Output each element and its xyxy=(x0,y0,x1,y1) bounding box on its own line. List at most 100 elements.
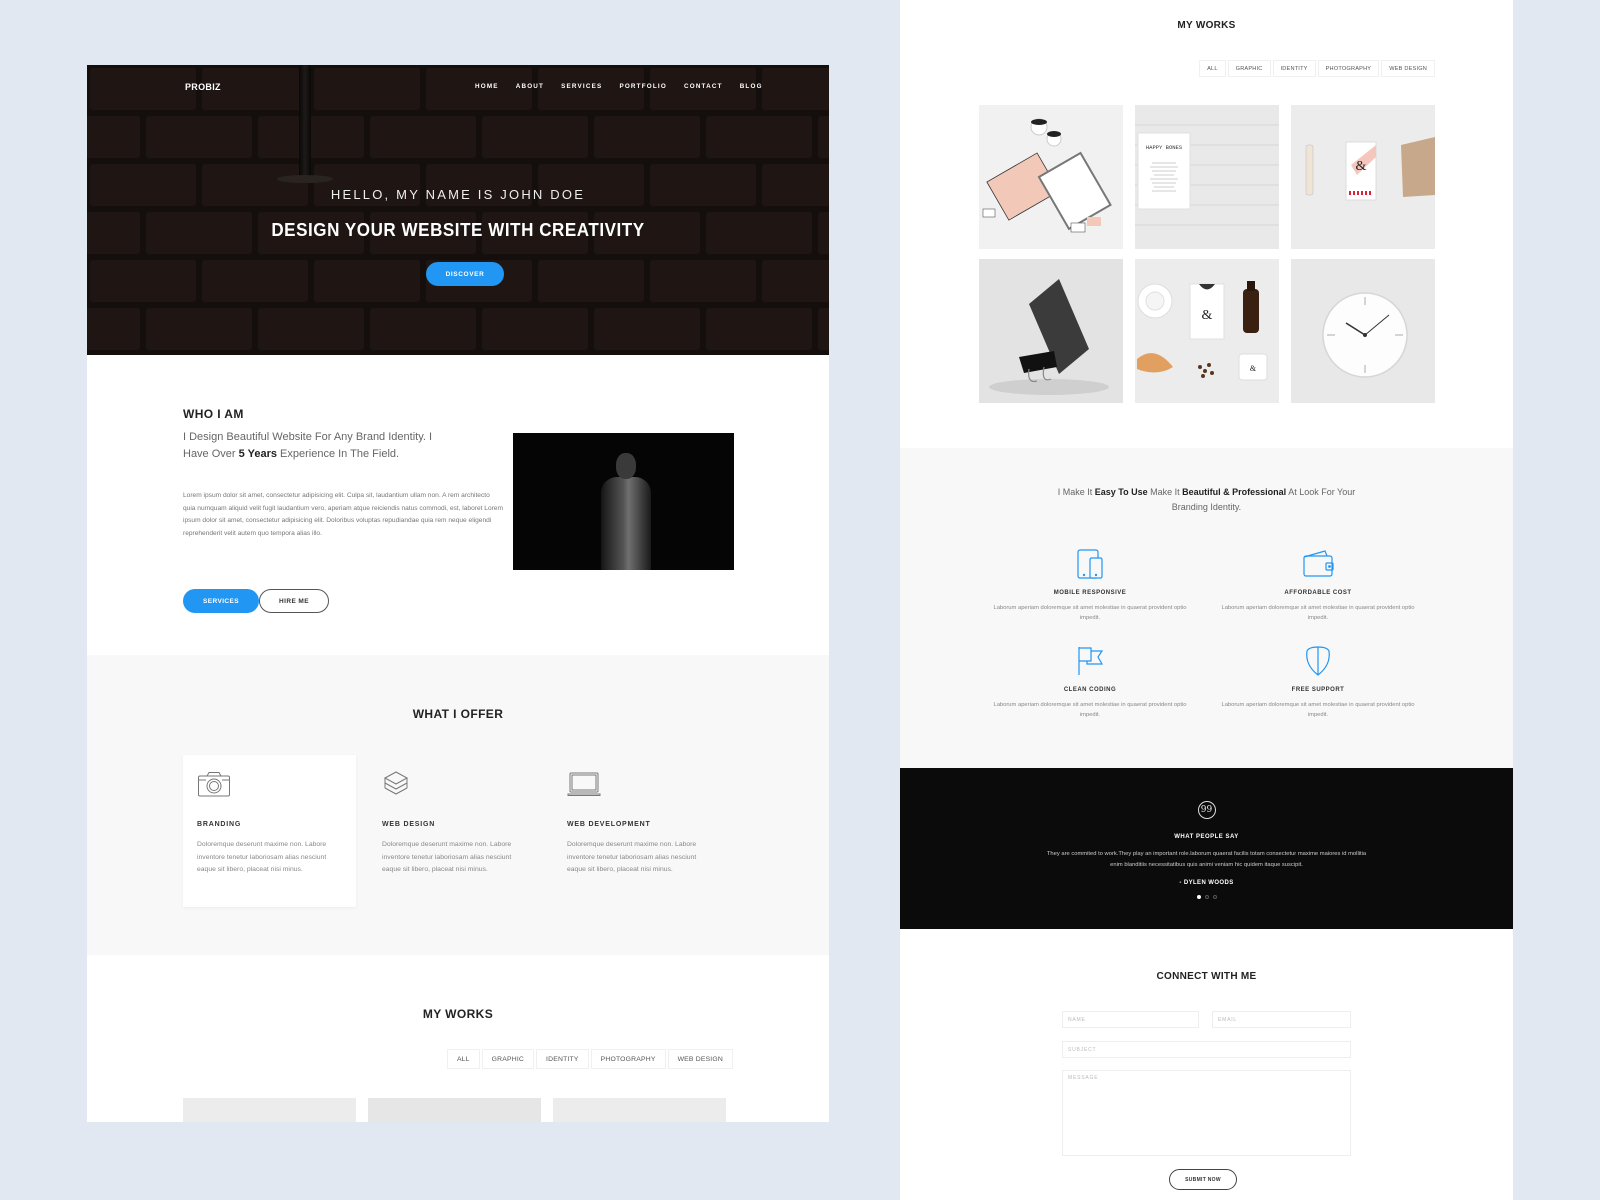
slider-dot-1[interactable] xyxy=(1196,895,1201,899)
portfolio-item-wall-clock[interactable] xyxy=(1291,259,1435,403)
brick xyxy=(87,116,140,158)
filter-all[interactable]: ALL xyxy=(446,1049,480,1069)
email-input[interactable] xyxy=(1212,1011,1351,1028)
lead-text-part: Experience In The Field. xyxy=(276,447,400,460)
brick xyxy=(762,260,829,302)
flag-icon xyxy=(1078,647,1104,675)
portfolio-item-matchbox-branding[interactable]: & xyxy=(1291,105,1435,249)
brick xyxy=(146,308,252,350)
section-heading: WHO I AM xyxy=(183,407,244,421)
svg-text:&: & xyxy=(1250,364,1257,373)
svg-text:&: & xyxy=(1356,159,1367,174)
lead-text-part: Make It xyxy=(1147,487,1183,497)
message-textarea[interactable] xyxy=(1062,1070,1351,1156)
brick xyxy=(818,212,829,254)
feature-title: CLEAN CODING xyxy=(1063,687,1117,693)
portfolio-item-happy-bones-menu[interactable]: HAPPY BONES xyxy=(1135,105,1279,249)
hire-me-button[interactable]: HIRE ME xyxy=(259,589,329,613)
portfolio-item-stationery-mockup[interactable] xyxy=(979,105,1123,249)
testimonial-text: They are commited to work.They play an i… xyxy=(1046,851,1367,868)
person-head xyxy=(616,453,636,479)
offer-card-branding[interactable]: BRANDING Doloremque deserunt maxime non.… xyxy=(183,755,356,907)
svg-text:&: & xyxy=(1202,308,1213,323)
nav-link-contact[interactable]: CONTACT xyxy=(684,83,723,90)
feature-title: AFFORDABLE COST xyxy=(1284,590,1352,596)
homepage-preview-left: PROBIZ HOME ABOUT SERVICES PORTFOLIO CON… xyxy=(87,65,829,1122)
who-body-text: Lorem ipsum dolor sit amet, consectetur … xyxy=(183,492,503,537)
nav-link-services[interactable]: SERVICES xyxy=(561,83,602,90)
filter-identity[interactable]: IDENTITY xyxy=(1272,60,1316,77)
brick xyxy=(482,116,588,158)
features-lead-text: I Make It Easy To Use Make It Beautiful … xyxy=(1040,485,1373,515)
menu-caption: HAPPY BONES xyxy=(1146,144,1183,151)
my-works-section: MY WORKS ALL GRAPHIC IDENTITY PHOTOGRAPH… xyxy=(900,0,1513,448)
offer-title: BRANDING xyxy=(197,821,242,828)
services-button[interactable]: SERVICES xyxy=(183,589,259,613)
feature-free-support: FREE SUPPORT Laborum aperiam doloremque … xyxy=(1218,645,1418,720)
matchbox-illustration: & xyxy=(1305,137,1435,201)
filter-web-design[interactable]: WEB DESIGN xyxy=(1381,60,1435,77)
offer-title: WEB DESIGN xyxy=(382,821,436,828)
brick xyxy=(202,260,308,302)
devices-icon xyxy=(1077,549,1103,579)
nav-link-blog[interactable]: BLOG xyxy=(740,83,763,90)
filter-web-design[interactable]: WEB DESIGN xyxy=(667,1049,733,1069)
testimonial-heading: WHAT PEOPLE SAY xyxy=(1174,834,1239,840)
contact-section: CONNECT WITH ME SUBMIT NOW xyxy=(900,929,1513,1200)
clock-illustration xyxy=(1322,292,1408,378)
hero-section: PROBIZ HOME ABOUT SERVICES PORTFOLIO CON… xyxy=(87,65,829,355)
homepage-preview-right: MY WORKS ALL GRAPHIC IDENTITY PHOTOGRAPH… xyxy=(900,0,1513,1200)
slider-dots xyxy=(1196,895,1217,899)
filter-photography[interactable]: PHOTOGRAPHY xyxy=(590,1049,666,1069)
section-heading: MY WORKS xyxy=(1177,20,1236,31)
brick xyxy=(87,308,140,350)
filter-graphic[interactable]: GRAPHIC xyxy=(1227,60,1271,77)
filter-photography[interactable]: PHOTOGRAPHY xyxy=(1317,60,1380,77)
submit-button[interactable]: SUBMIT NOW xyxy=(1169,1169,1237,1190)
portfolio-thumbnail[interactable] xyxy=(368,1098,541,1122)
camera-icon xyxy=(198,772,230,797)
offer-title: WEB DEVELOPMENT xyxy=(567,821,651,828)
laptop-icon xyxy=(567,772,601,796)
portfolio-thumbnail[interactable] xyxy=(183,1098,356,1122)
filter-graphic[interactable]: GRAPHIC xyxy=(481,1049,535,1069)
offer-card-web-development[interactable]: WEB DEVELOPMENT Doloremque deserunt maxi… xyxy=(553,755,726,907)
subject-input[interactable] xyxy=(1062,1041,1351,1058)
feature-text: Laborum aperiam doloremque sit amet mole… xyxy=(1221,605,1415,621)
name-input[interactable] xyxy=(1062,1011,1199,1028)
top-navigation: PROBIZ HOME ABOUT SERVICES PORTFOLIO CON… xyxy=(87,65,829,109)
brand-logo[interactable]: PROBIZ xyxy=(185,82,221,92)
portfolio-grid: HAPPY BONES & & & xyxy=(979,105,1435,403)
brick xyxy=(370,116,476,158)
feature-text: Laborum aperiam doloremque sit amet mole… xyxy=(1221,702,1415,718)
portfolio-filters: ALL GRAPHIC IDENTITY PHOTOGRAPHY WEB DES… xyxy=(446,1049,733,1069)
shield-icon xyxy=(1306,646,1330,676)
nav-link-home[interactable]: HOME xyxy=(475,83,499,90)
lead-highlight: Beautiful & Professional xyxy=(1182,487,1287,497)
slider-dot-3[interactable] xyxy=(1212,895,1217,899)
discover-button[interactable]: DISCOVER xyxy=(426,262,504,286)
brick xyxy=(650,260,756,302)
menu-on-brick-illustration: HAPPY BONES xyxy=(1135,124,1279,226)
filter-identity[interactable]: IDENTITY xyxy=(536,1049,589,1069)
feature-text: Laborum aperiam doloremque sit amet mole… xyxy=(993,702,1187,718)
portfolio-thumbnail[interactable] xyxy=(553,1098,726,1122)
layers-icon xyxy=(383,771,409,795)
portfolio-item-book-binder-clip[interactable] xyxy=(979,259,1123,403)
testimonial-author: - DYLEN WOODS xyxy=(1179,880,1234,886)
section-heading: WHAT I OFFER xyxy=(412,707,504,721)
slider-dot-2[interactable] xyxy=(1204,895,1209,899)
nav-link-about[interactable]: ABOUT xyxy=(516,83,544,90)
offer-text: Doloremque deserunt maxime non. Labore i… xyxy=(567,841,697,874)
offer-card-web-design[interactable]: WEB DESIGN Doloremque deserunt maxime no… xyxy=(368,755,541,907)
filter-all[interactable]: ALL xyxy=(1199,60,1226,77)
wallet-icon xyxy=(1303,550,1334,577)
nav-link-portfolio[interactable]: PORTFOLIO xyxy=(619,83,667,90)
book-illustration xyxy=(989,279,1109,395)
quote-icon: 99 xyxy=(1197,801,1216,819)
section-heading: MY WORKS xyxy=(422,1007,494,1021)
who-i-am-section: WHO I AM I Design Beautiful Website For … xyxy=(87,355,829,655)
offer-text: Doloremque deserunt maxime non. Labore i… xyxy=(382,841,512,874)
portfolio-item-coffee-branding[interactable]: & & xyxy=(1135,259,1279,403)
brick xyxy=(594,116,700,158)
